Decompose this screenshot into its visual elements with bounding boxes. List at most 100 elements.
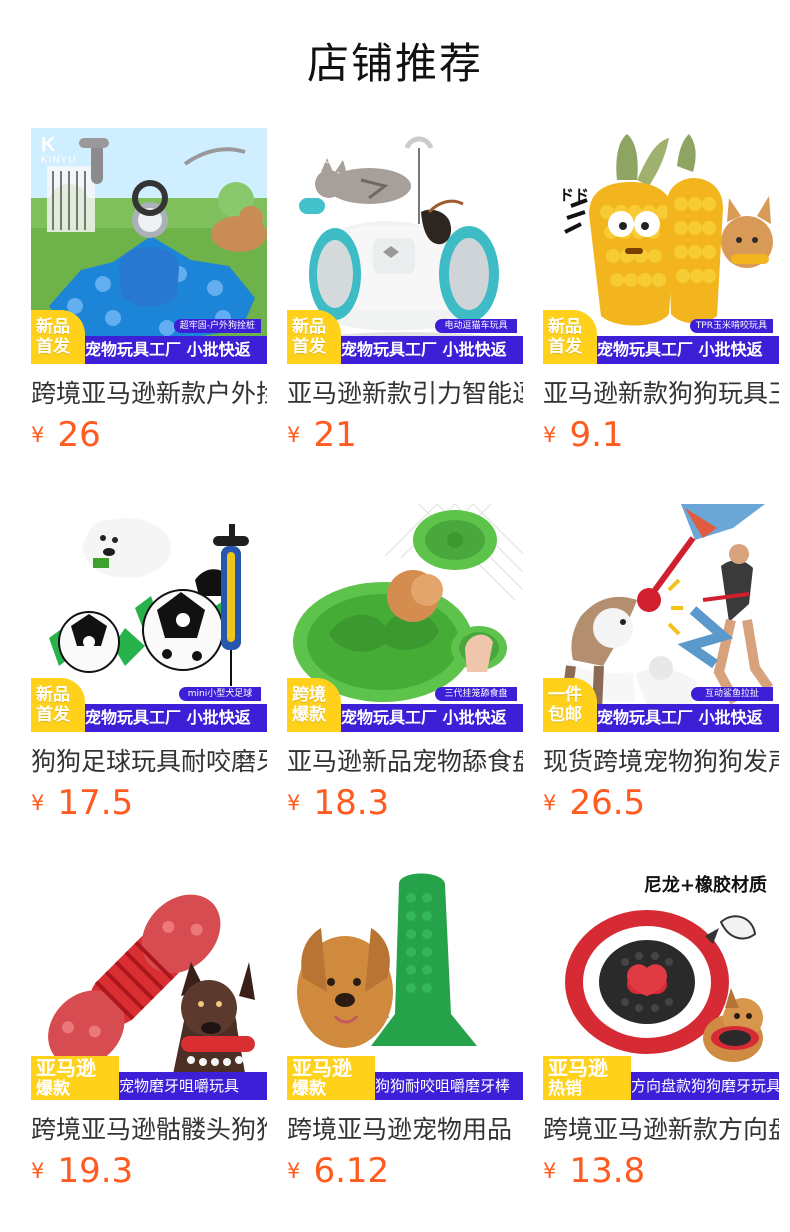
product-image-8[interactable]: K KINYU 亚马逊 爆款 狗狗耐咬咀嚼磨牙棒 [287, 864, 523, 1100]
product-price: ¥ 19.3 [31, 1151, 133, 1191]
product-image-6[interactable]: K KINYU 一件 包邮 互动鲨鱼拉扯 宠物玩具工厂 小批快返 [543, 496, 779, 732]
badge-text: 跨境 爆款 [292, 685, 326, 725]
badge-big-text: 亚马逊 [36, 1056, 96, 1080]
currency-symbol: ¥ [31, 1159, 45, 1183]
brand-name: KINYU [41, 523, 77, 534]
brand-name: KINYU [297, 155, 333, 166]
currency-symbol: ¥ [31, 423, 45, 447]
product-tag: 超牢固-户外狗拴桩 [173, 319, 261, 333]
badge-text: 新品 首发 [36, 685, 70, 725]
brand-logo: K KINYU [297, 134, 343, 172]
price-value: 6.12 [313, 1151, 390, 1191]
badge-small-text: 爆款 [292, 1079, 326, 1099]
product-name[interactable]: 现货跨境宠物狗狗发声鲨鱼 [543, 742, 779, 782]
product-tag: 电动逗猫车玩具 [435, 319, 517, 333]
brand-k-icon: K [41, 502, 56, 524]
product-price: ¥ 6.12 [287, 1151, 389, 1191]
product-name[interactable]: 跨境亚马逊宠物用品 [287, 1110, 523, 1150]
brand-name: KINYU [41, 155, 77, 166]
product-tag: mini小型犬足球 [179, 687, 261, 701]
price-value: 26.5 [569, 783, 646, 823]
product-name[interactable]: 亚马逊新品宠物舔食盘 [287, 742, 523, 782]
product-card-8[interactable]: K KINYU 亚马逊 爆款 狗狗耐咬咀嚼磨牙棒 跨境亚马逊宠物用品 ¥ 6.1… [287, 864, 523, 1194]
factory-bar-text: 宠物玩具工厂 小批快返 [85, 708, 251, 727]
product-price: ¥ 26 [31, 415, 101, 455]
brand-logo: K KINYU [553, 135, 599, 172]
free-shipping-badge: 一件 包邮 [543, 678, 597, 732]
brand-k-icon: K [297, 502, 312, 524]
product-bar-text: 宠物磨牙咀嚼玩具 [119, 1077, 240, 1095]
product-image-3[interactable]: K KINYU ドド 新品 首发 TPR玉米啃咬玩具 宠物玩具工厂 小批快返 [543, 128, 779, 364]
brand-logo: K KINYU [297, 502, 343, 540]
brand-logo: K KINYU [553, 502, 599, 540]
product-image-2[interactable]: K KINYU 新品 首发 电动逗猫车玩具 宠物玩具工厂 小批快返 [287, 128, 523, 364]
store-recommendation-page: 店铺推荐 K KINYU 新品 首发 超牢固-户外狗拴桩 宠物玩具工厂 小批快返… [0, 0, 790, 1232]
brand-logo: K KINYU [41, 134, 87, 172]
product-image-5[interactable]: K KINYU 跨境 爆款 三代挂笼舔食盘 宠物玩具工厂 小批快返 [287, 496, 523, 732]
factory-bar-text: 宠物玩具工厂 小批快返 [341, 708, 507, 727]
brand-k-icon: K [297, 870, 312, 892]
page-title: 店铺推荐 [306, 39, 483, 88]
brand-k-icon: K [41, 134, 56, 156]
brand-logo: K KINYU [41, 502, 87, 540]
product-name[interactable]: 狗狗足球玩具耐咬磨牙 [31, 742, 267, 782]
brand-k-icon: K [553, 870, 568, 892]
price-value: 13.8 [569, 1151, 646, 1191]
brand-logo: K KINYU [41, 870, 87, 908]
factory-bar-text: 宠物玩具工厂 小批快返 [85, 340, 251, 359]
product-tag: 互动鲨鱼拉扯 [691, 687, 773, 701]
product-price: ¥ 18.3 [287, 783, 389, 823]
factory-bar-text: 宠物玩具工厂 小批快返 [597, 708, 763, 727]
product-name[interactable]: 跨境亚马逊新款方向盘 [543, 1110, 779, 1150]
badge-text: 新品 首发 [36, 317, 70, 357]
product-name[interactable]: 跨境亚马逊骷髅头狗狗玩具 [31, 1110, 267, 1150]
badge-small-text: 热销 [548, 1079, 582, 1099]
currency-symbol: ¥ [287, 791, 301, 815]
amazon-hot-badge: 亚马逊 爆款 [287, 1056, 375, 1100]
product-card-4[interactable]: K KINYU 新品 首发 mini小型犬足球 宠物玩具工厂 小批快返 狗狗足球… [31, 496, 267, 826]
new-release-badge: 新品 首发 [543, 310, 597, 364]
badge-big-text: 亚马逊 [548, 1056, 608, 1080]
factory-bar-text: 宠物玩具工厂 小批快返 [341, 340, 507, 359]
product-card-6[interactable]: K KINYU 一件 包邮 互动鲨鱼拉扯 宠物玩具工厂 小批快返 现货跨境宠物狗… [543, 496, 779, 826]
currency-symbol: ¥ [543, 423, 557, 447]
product-name[interactable]: 亚马逊新款引力智能逗猫车 [287, 374, 523, 414]
brand-name: KINYU [553, 891, 589, 902]
brand-name: KINYU [553, 155, 589, 166]
product-image-9[interactable]: K KINYU 尼龙+橡胶材质 亚马逊 热销 方向盘款狗狗磨牙玩具 [543, 864, 779, 1100]
badge-text: 一件 包邮 [548, 685, 582, 725]
product-price: ¥ 9.1 [543, 415, 624, 455]
product-name[interactable]: 跨境亚马逊新款户外拴狗桩 [31, 374, 267, 414]
price-value: 19.3 [57, 1151, 134, 1191]
badge-text: 新品 首发 [548, 317, 582, 357]
amazon-hot-badge: 亚马逊 爆款 [31, 1056, 119, 1100]
currency-symbol: ¥ [543, 791, 557, 815]
currency-symbol: ¥ [543, 1159, 557, 1183]
product-name[interactable]: 亚马逊新款狗狗玩具玉米 [543, 374, 779, 414]
new-release-badge: 新品 首发 [287, 310, 341, 364]
brand-k-icon: K [553, 502, 568, 524]
currency-symbol: ¥ [287, 1159, 301, 1183]
product-image-1[interactable]: K KINYU 新品 首发 超牢固-户外狗拴桩 宠物玩具工厂 小批快返 [31, 128, 267, 364]
badge-small-text: 爆款 [36, 1079, 70, 1099]
brand-k-icon: K [41, 870, 56, 892]
product-bar-text: 方向盘款狗狗磨牙玩具 [631, 1077, 779, 1095]
product-card-3[interactable]: K KINYU ドド 新品 首发 TPR玉米啃咬玩具 宠物玩具工厂 小批快返 亚… [543, 128, 779, 458]
cross-border-hot-badge: 跨境 爆款 [287, 678, 341, 732]
price-value: 18.3 [313, 783, 390, 823]
product-card-9[interactable]: K KINYU 尼龙+橡胶材质 亚马逊 热销 方向盘款狗狗磨牙玩具 跨境亚马逊新… [543, 864, 779, 1194]
product-card-2[interactable]: K KINYU 新品 首发 电动逗猫车玩具 宠物玩具工厂 小批快返 亚马逊新款引… [287, 128, 523, 458]
badge-big-text: 亚马逊 [292, 1056, 352, 1080]
brand-name: KINYU [297, 523, 333, 534]
brand-k-icon: K [297, 134, 312, 156]
product-card-5[interactable]: K KINYU 跨境 爆款 三代挂笼舔食盘 宠物玩具工厂 小批快返 亚马逊新品宠… [287, 496, 523, 826]
product-image-7[interactable]: K KINYU 亚马逊 爆款 宠物磨牙咀嚼玩具 [31, 864, 267, 1100]
product-tag: 三代挂笼舔食盘 [435, 687, 517, 701]
product-bar-text: 狗狗耐咬咀嚼磨牙棒 [375, 1077, 511, 1095]
product-price: ¥ 26.5 [543, 783, 645, 823]
brand-logo: K KINYU [297, 870, 343, 908]
product-image-4[interactable]: K KINYU 新品 首发 mini小型犬足球 宠物玩具工厂 小批快返 [31, 496, 267, 732]
product-card-7[interactable]: K KINYU 亚马逊 爆款 宠物磨牙咀嚼玩具 跨境亚马逊骷髅头狗 ¥ 19.3 [31, 864, 267, 1194]
product-price: ¥ 17.5 [31, 783, 133, 823]
product-card-1[interactable]: K KINYU 新品 首发 超牢固-户外狗拴桩 宠物玩具工厂 小批快返 跨境亚马… [31, 128, 267, 458]
